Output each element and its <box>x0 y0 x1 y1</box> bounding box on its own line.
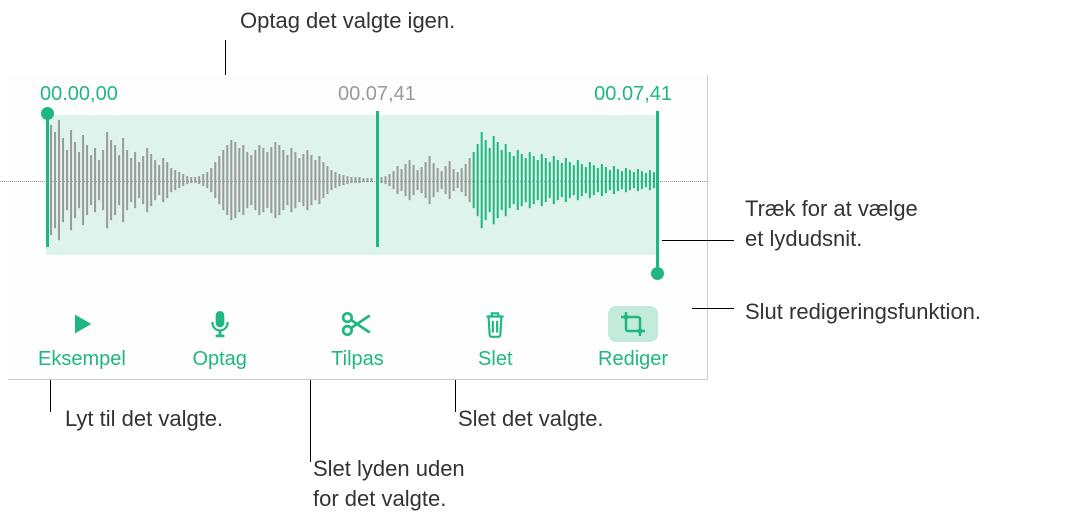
callout-drag-select: Træk for at vælgeet lydudsnit. <box>745 194 918 253</box>
callout-line <box>50 380 51 412</box>
microphone-icon <box>207 308 233 340</box>
delete-button[interactable]: Slet <box>445 306 545 371</box>
preview-label: Eksempel <box>38 348 126 371</box>
callout-end-edit: Slut redigeringsfunktion. <box>745 297 981 327</box>
trim-label: Tilpas <box>331 348 384 371</box>
timeline: 00.00,00 00.07,41 00.07,41 <box>8 75 707 240</box>
edit-button[interactable]: Rediger <box>583 306 683 371</box>
callout-trim-outside: Slet lyden udenfor det valgte. <box>313 454 465 513</box>
waveform-area[interactable] <box>8 115 707 255</box>
callout-listen: Lyt til det valgte. <box>65 404 223 434</box>
delete-label: Slet <box>478 348 512 371</box>
record-label: Optag <box>192 348 246 371</box>
callout-line <box>692 308 734 309</box>
trim-button[interactable]: Tilpas <box>307 306 407 371</box>
edit-label: Rediger <box>598 348 668 371</box>
time-end-label: 00.07,41 <box>594 83 672 106</box>
time-playhead-label: 00.07,41 <box>338 83 416 106</box>
trash-icon <box>482 309 508 339</box>
scissors-icon <box>341 310 373 338</box>
audio-editor-panel: 00.00,00 00.07,41 00.07,41 <box>8 75 708 380</box>
editor-toolbar: Eksempel Optag Tilpas Slet Rediger <box>8 306 707 371</box>
selection-handle-right[interactable] <box>656 111 659 276</box>
crop-icon <box>618 309 648 339</box>
callout-line <box>310 380 311 462</box>
play-icon <box>68 310 96 338</box>
selection-handle-left[interactable] <box>46 111 49 247</box>
callout-record-again: Optag det valgte igen. <box>240 6 455 36</box>
playhead[interactable] <box>376 111 379 247</box>
preview-button[interactable]: Eksempel <box>32 306 132 371</box>
waveform-icon <box>46 115 657 245</box>
callout-delete-selected: Slet det valgte. <box>458 404 604 434</box>
record-button[interactable]: Optag <box>170 306 270 371</box>
callout-line <box>662 240 734 241</box>
time-start-label: 00.00,00 <box>40 83 118 106</box>
callout-line <box>455 380 456 412</box>
